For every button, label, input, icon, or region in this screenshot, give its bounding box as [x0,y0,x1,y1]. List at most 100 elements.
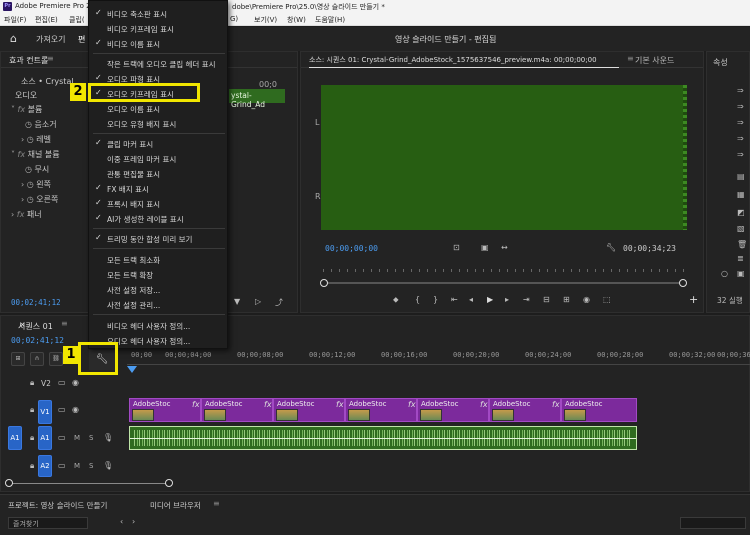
v2-eye-icon[interactable]: ◉ [72,378,79,387]
panel-menu-icon[interactable]: ≡ [47,54,54,63]
menu-item-customize-video-header[interactable]: 비디오 헤더 사용자 정의... [89,318,229,333]
menu-edit[interactable]: 편집(E) [35,15,58,25]
sequence-tab[interactable]: 시퀀스 01 [18,321,53,332]
a1-source-patch[interactable]: A1 [8,426,22,450]
audio-volume-line[interactable] [130,438,636,439]
nav-forward-icon[interactable]: › [132,517,135,526]
media-menu-icon[interactable]: ≡ [213,499,220,508]
video-clip[interactable]: AdobeStoc fx [129,398,201,422]
menu-graphics[interactable]: G) [230,15,238,23]
v2-label[interactable]: V2 [41,379,51,388]
source-menu-icon[interactable]: ≡ [627,54,634,63]
edit-tab[interactable]: 편 [78,34,85,45]
arrow-icon-3[interactable]: ⇒ [737,118,744,127]
a2-sync-icon[interactable]: ▭ [58,461,66,470]
video-clip[interactable]: AdobeStoc [561,398,637,422]
menu-item-show-through-edits[interactable]: 관통 편집물 표시 [89,166,229,181]
a1-solo-button[interactable]: S [89,434,93,442]
source-ruler[interactable] [323,269,685,272]
timeline-scroll-handle-right[interactable] [165,479,173,487]
arrow-icon-4[interactable]: ⇒ [737,134,744,143]
export-frame-icon[interactable]: ◉ [583,295,590,304]
search-input[interactable] [680,517,746,529]
v1-target[interactable]: V1 [38,400,52,424]
timeline-ruler[interactable]: 00;00 00;00;04;00 00;00;08;00 00;00;12;0… [127,349,750,365]
timeline-timecode[interactable]: 00;02;41;12 [11,336,64,345]
menu-window[interactable]: 창(W) [287,15,306,25]
source-current-time[interactable]: 00;00;00;00 [325,244,378,253]
insert-clip-icon[interactable]: ⊟ [543,295,550,304]
add-button-icon[interactable]: + [689,293,698,306]
trash-icon[interactable]: 🗑︎ [737,240,747,249]
a2-mute-button[interactable]: M [74,462,80,470]
playhead-icon[interactable] [127,366,137,373]
menu-item-show-duplicate-frame-markers[interactable]: 이중 프레임 마커 표시 [89,151,229,166]
menu-file[interactable]: 파일(F) [4,15,26,25]
menu-item-show-audio-names[interactable]: 오디오 이름 표시 [89,101,229,116]
a2-lock-icon[interactable]: 🔒︎ [30,461,34,471]
clip-bar[interactable]: ystal-Grind_Ad [229,89,285,109]
properties-tab[interactable]: 속성 [713,57,728,68]
nav-back-icon[interactable]: ‹ [120,517,123,526]
export-icon[interactable]: ⤴ [275,297,283,308]
image-icon-3[interactable]: ▧ [737,224,745,233]
audio-clip[interactable] [129,426,637,450]
go-to-out-icon[interactable]: ⇥ [523,295,530,304]
menu-item-show-video-thumbnails[interactable]: ✓ 비디오 축소판 표시 [89,6,229,21]
menu-item-show-video-names[interactable]: ✓ 비디오 이름 표시 [89,36,229,51]
timeline-scroll-handle-left[interactable] [5,479,13,487]
play-icon[interactable]: ▶ [487,295,493,304]
project-tab[interactable]: 프로젝트: 영상 슬라이드 만들기 [8,500,107,511]
filter-icon[interactable]: ▼ [234,297,240,306]
audio-waveform-display[interactable] [321,85,687,230]
video-clip[interactable]: AdobeStoc fx [345,398,417,422]
go-to-in-icon[interactable]: ⇤ [451,295,458,304]
home-icon[interactable]: ⌂ [10,32,17,45]
a1-mic-icon[interactable]: 🎙︎ [103,433,113,442]
menu-item-manage-presets[interactable]: 사전 설정 관리... [89,297,229,312]
menu-item-show-fx-badges[interactable]: ✓ FX 배지 표시 [89,181,229,196]
a1-sync-icon[interactable]: ▭ [58,433,66,442]
button-editor-icon[interactable]: ⬚ [603,295,611,304]
snap-icon[interactable]: ⊞ [11,352,25,366]
v1-lock-icon[interactable]: 🔒︎ [30,405,34,415]
arrow-icon-2[interactable]: ⇒ [737,102,744,111]
v2-sync-icon[interactable]: ▭ [58,378,66,387]
grid-icon[interactable]: ▤ [737,172,745,181]
menu-item-show-proxy-badges[interactable]: ✓ 프록시 배지 표시 [89,196,229,211]
list-icon[interactable]: ≣ [737,254,744,263]
step-forward-icon[interactable]: ▸ [505,295,509,304]
source-scroll-handle-left[interactable] [320,279,328,287]
a2-solo-button[interactable]: S [89,462,93,470]
favorites-dropdown[interactable]: 즐겨찾기 [8,517,88,529]
menu-item-save-preset[interactable]: 사전 설정 저장... [89,282,229,297]
video-clip[interactable]: AdobeStoc fx [201,398,273,422]
effect-controls-timecode[interactable]: 00;02;41;12 [11,298,61,307]
source-monitor-tab[interactable]: 소스: 시퀀스 01: Crystal-Grind_AdobeStock_157… [309,55,597,65]
menu-view[interactable]: 보기(V) [254,15,277,25]
video-clip[interactable]: AdobeStoc fx [273,398,345,422]
v1-sync-icon[interactable]: ▭ [58,405,66,414]
overwrite-clip-icon[interactable]: ⊞ [563,295,570,304]
timeline-scroll-track[interactable] [10,483,170,484]
play-audio-icon[interactable]: ▷ [255,297,261,306]
marker-icon[interactable]: ⬥ [393,295,399,305]
arrow-icon-5[interactable]: ⇒ [737,150,744,159]
menu-item-composite-preview-trimming[interactable]: ✓ 트리밍 동안 합성 미리 보기 [89,231,229,246]
menu-item-show-clip-markers[interactable]: ✓ 클립 마커 표시 [89,136,229,151]
menu-item-show-audio-clip-headers[interactable]: 작은 트랙에 오디오 클립 헤더 표시 [89,56,229,71]
menu-help[interactable]: 도움말(H) [315,15,345,25]
a1-mute-button[interactable]: M [74,434,80,442]
image-icon-1[interactable]: ▦ [737,190,745,199]
magnet-icon[interactable]: ∩ [30,352,44,366]
video-clip[interactable]: AdobeStoc fx [417,398,489,422]
video-clip[interactable]: AdobeStoc fx [489,398,561,422]
wrench-icon[interactable]: 🔧︎ [606,243,616,252]
a1-lock-icon[interactable]: 🔒︎ [30,433,34,443]
menu-clip[interactable]: 클립( [69,15,85,25]
arrow-icon-1[interactable]: ⇒ [737,86,744,95]
source-scroll-handle-right[interactable] [679,279,687,287]
timeline-menu-icon[interactable]: ≡ [61,319,68,328]
source-label[interactable]: 소스 • Crystal [21,76,74,87]
source-scroll-track[interactable] [323,282,685,284]
